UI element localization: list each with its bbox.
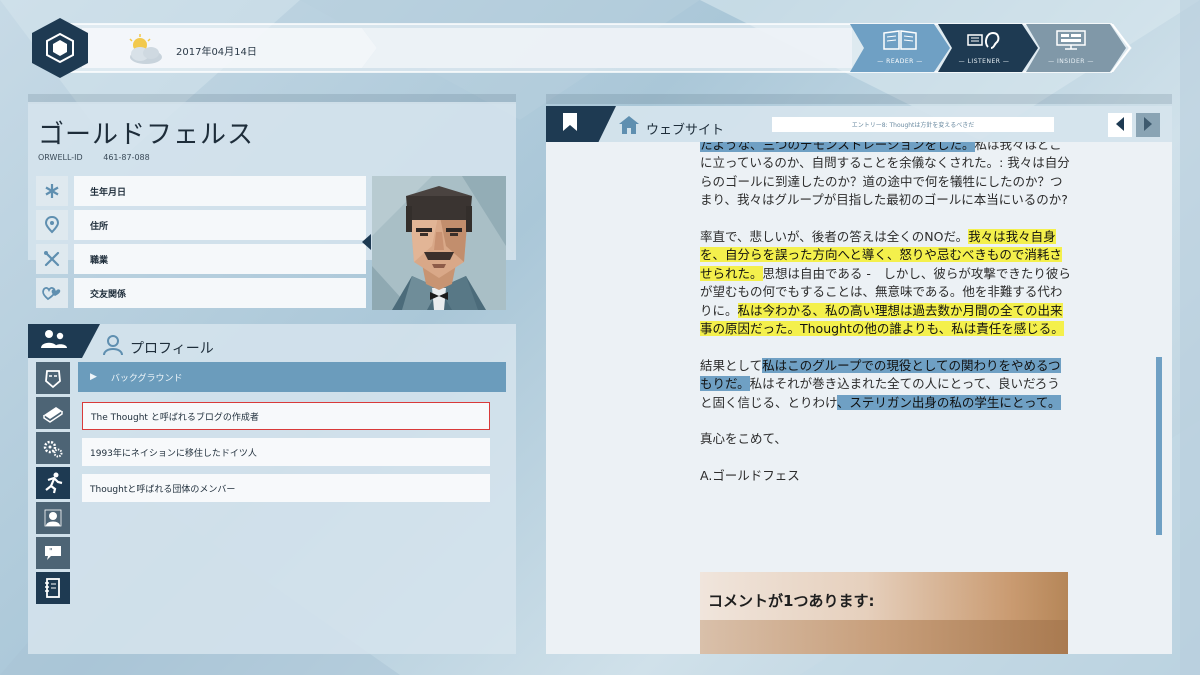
- profile-title: プロフィール: [130, 341, 214, 357]
- comments-title: コメントが1つあります:: [708, 592, 875, 610]
- field-label: 住所: [74, 210, 366, 240]
- panel-top-border: [546, 94, 1172, 104]
- scrollbar-thumb[interactable]: [1156, 357, 1162, 535]
- bookmark-tab[interactable]: [546, 106, 616, 142]
- article-scroll-area[interactable]: たような、三つのデモンストレーションをした。私は我々はどこに立っているのか、自問…: [546, 142, 1172, 654]
- next-entry-button[interactable]: [1136, 113, 1160, 137]
- mode-insider-button[interactable]: — INSIDER —: [1025, 24, 1117, 72]
- mode-listener-button[interactable]: — LISTENER —: [938, 24, 1030, 72]
- location-pin-icon: [36, 210, 68, 240]
- website-header: ウェブサイト エントリー8: Thoughtは方針を変えるべきだ: [546, 106, 1172, 142]
- person-panel: ゴールドフェルス ORWELL-ID 461-87-088 生年月日 住所 職業…: [28, 94, 516, 654]
- asterisk-icon: [36, 176, 68, 206]
- article-closing: 真心をこめて、: [700, 431, 787, 447]
- face-icon[interactable]: [36, 362, 70, 394]
- gears-icon[interactable]: [36, 432, 70, 464]
- field-occupation[interactable]: 職業: [36, 244, 366, 274]
- portrait-pointer: [362, 234, 371, 250]
- profile-entry[interactable]: The Thought と呼ばれるブログの作成者: [82, 402, 490, 430]
- article-paragraph: 結果として私はこのグループでの現役としての関わりをやめるつもりだ。私はそれが巻き…: [700, 357, 1072, 412]
- highlighted-text[interactable]: 、ステリガン出身の私の学生にとって。: [836, 394, 1061, 410]
- profile-panel: プロフィール " ▶ バックグラウンド The Thought と呼ばれるブログ…: [28, 324, 516, 654]
- highlighted-text[interactable]: 私は今わかる、私の高い理想は過去数か月間の全ての出来事の原因だった。Though…: [700, 302, 1064, 337]
- notebook-icon[interactable]: [36, 572, 70, 604]
- field-address[interactable]: 住所: [36, 210, 366, 240]
- arrow-left-icon: [1115, 116, 1125, 134]
- home-icon: [618, 115, 640, 139]
- ear-icon: [964, 29, 1004, 55]
- book-icon[interactable]: [36, 397, 70, 429]
- field-label: 生年月日: [74, 176, 366, 206]
- article-paragraph: 率直で、悲しいが、後者の答えは全くのNOだ。我々は我々自身を、自分らを誤った方向…: [700, 228, 1072, 338]
- mode-label: — INSIDER —: [1048, 58, 1094, 65]
- profile-entry[interactable]: 1993年にネイションに移住したドイツ人: [82, 438, 490, 466]
- entry-title: エントリー8: Thoughtは方針を変えるべきだ: [772, 117, 1054, 132]
- book-icon: [882, 29, 918, 55]
- hearts-icon: [36, 278, 68, 308]
- comments-section: コメントが1つあります:: [700, 572, 1068, 654]
- website-label: ウェブサイト: [646, 123, 725, 138]
- article-paragraph: たような、三つのデモンストレーションをした。私は我々はどこに立っているのか、自問…: [700, 142, 1072, 210]
- person-name: ゴールドフェルス: [38, 120, 255, 150]
- profile-tab[interactable]: [28, 324, 100, 358]
- chevron-right-icon: ▶: [90, 372, 97, 382]
- mode-label: — READER —: [877, 58, 923, 65]
- field-label: 職業: [74, 244, 366, 274]
- comments-banner: [700, 620, 1068, 654]
- date-strip: 2017年04月14日: [84, 28, 374, 72]
- arrow-right-icon: [1143, 116, 1153, 134]
- current-date: 2017年04月14日: [176, 46, 257, 58]
- partly-cloudy-icon: [122, 33, 166, 67]
- mode-label: — LISTENER —: [958, 58, 1010, 65]
- monitor-icon: [1054, 29, 1088, 55]
- section-label: バックグラウンド: [110, 373, 183, 384]
- article-signature: A.ゴールドフェス: [700, 468, 800, 484]
- previous-entry-button[interactable]: [1108, 113, 1132, 137]
- article-text: 結果として: [700, 357, 763, 373]
- people-icon: [40, 328, 68, 354]
- field-relations[interactable]: 交友関係: [36, 278, 366, 308]
- speech-bubble-icon[interactable]: ": [36, 537, 70, 569]
- field-birthdate[interactable]: 生年月日: [36, 176, 366, 206]
- person-icon: [102, 334, 124, 360]
- background-section-header[interactable]: ▶ バックグラウンド: [78, 362, 506, 392]
- website-panel: ウェブサイト エントリー8: Thoughtは方針を変えるべきだ たような、三つ…: [546, 94, 1172, 654]
- orwell-id-value: 461-87-088: [103, 153, 150, 162]
- bookmark-icon: [562, 112, 578, 136]
- running-icon[interactable]: [36, 467, 70, 499]
- person-portrait[interactable]: [372, 176, 506, 310]
- mode-reader-button[interactable]: — READER —: [854, 24, 946, 72]
- highlighted-text[interactable]: たような、三つのデモンストレーションをした。: [700, 142, 975, 152]
- tools-icon: [36, 244, 68, 274]
- profile-entry[interactable]: Thoughtと呼ばれる団体のメンバー: [82, 474, 490, 502]
- article-text: 率直で、悲しいが、後者の答えは全くのNOだ。: [700, 229, 969, 245]
- blog-article: たような、三つのデモンストレーションをした。私は我々はどこに立っているのか、自問…: [700, 142, 1072, 504]
- field-label: 交友関係: [74, 278, 366, 308]
- mode-switcher: — READER — — LISTENER — — INSIDER —: [850, 24, 1140, 72]
- orwell-logo[interactable]: [28, 16, 92, 80]
- orwell-id-label: ORWELL-ID: [38, 153, 83, 162]
- profile-category-tabs: ": [36, 362, 70, 607]
- svg-text:": ": [49, 547, 53, 556]
- orwell-id: ORWELL-ID 461-87-088: [38, 153, 168, 162]
- silhouette-icon[interactable]: [36, 502, 70, 534]
